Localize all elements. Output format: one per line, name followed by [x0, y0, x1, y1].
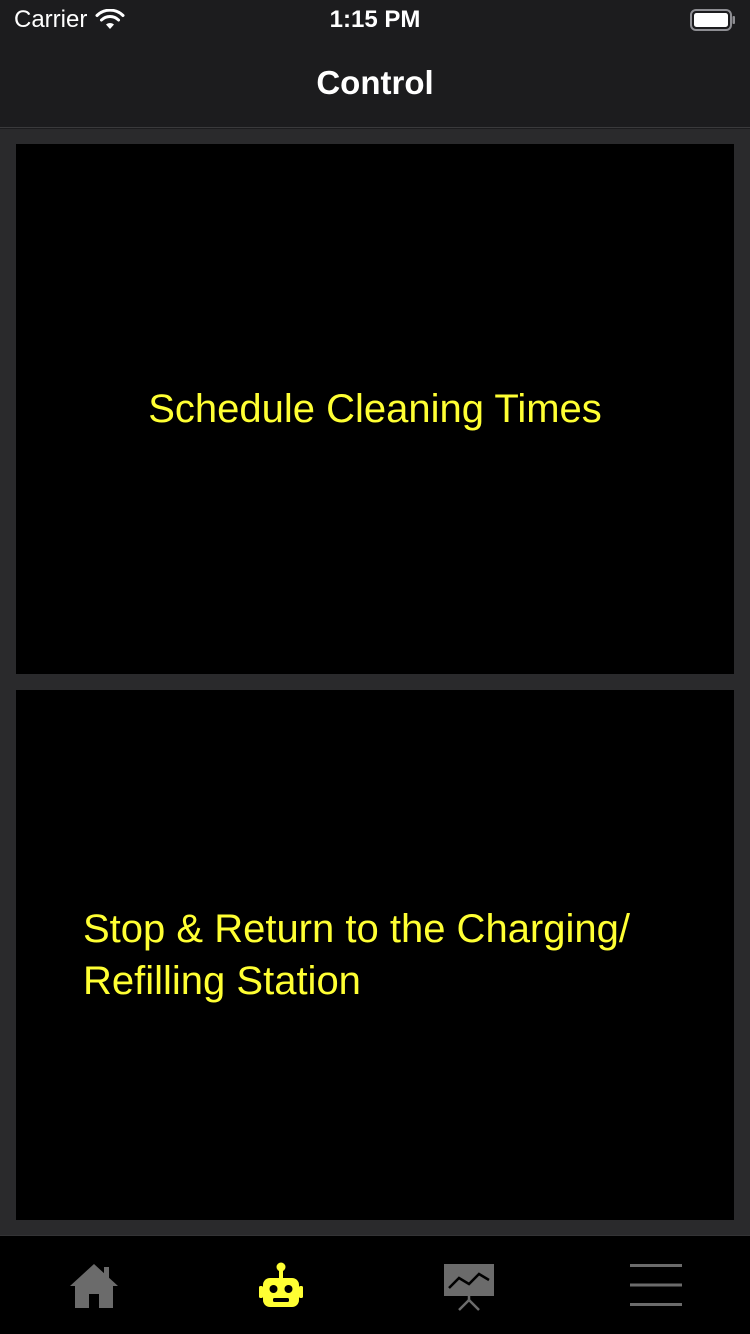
control-content: Schedule Cleaning Times Stop & Return to…: [0, 129, 750, 1235]
tab-home[interactable]: [0, 1236, 188, 1334]
schedule-cleaning-times-button[interactable]: Schedule Cleaning Times: [16, 144, 734, 674]
battery-icon: [690, 9, 735, 31]
tab-statistics[interactable]: [375, 1236, 563, 1334]
navigation-bar: Control: [0, 40, 750, 128]
schedule-cleaning-times-label: Schedule Cleaning Times: [148, 387, 602, 431]
stop-and-return-button[interactable]: Stop & Return to the Charging/ Refilling…: [16, 690, 734, 1220]
page-title: Control: [316, 64, 434, 101]
home-icon: [69, 1264, 118, 1308]
menu-icon: [630, 1264, 683, 1306]
stop-and-return-label: Stop & Return to the Charging/ Refilling…: [83, 907, 630, 1003]
tab-bar: [0, 1235, 750, 1334]
robot-icon: [259, 1262, 304, 1307]
tab-control[interactable]: [188, 1236, 376, 1334]
status-bar: Carrier 1:15 PM: [0, 0, 750, 40]
status-time: 1:15 PM: [329, 6, 421, 33]
chart-presentation-icon: [443, 1264, 494, 1311]
tab-menu[interactable]: [563, 1236, 750, 1334]
